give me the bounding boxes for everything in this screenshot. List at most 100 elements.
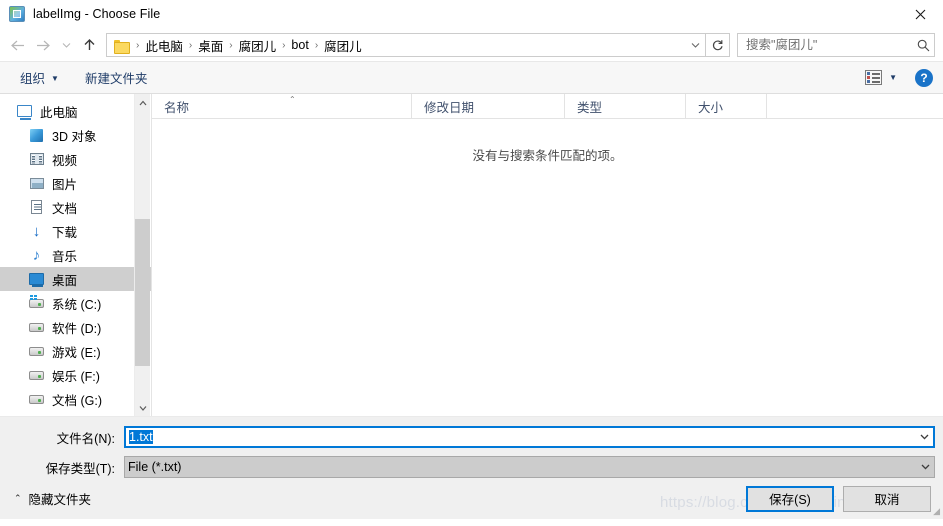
breadcrumb-list: › 此电脑 › 桌面 › 腐团儿 › bot › 腐团儿	[133, 34, 685, 57]
system-drive-icon	[28, 294, 45, 311]
sidebar-item-label: 文档 (G:)	[52, 393, 102, 408]
filetype-select[interactable]: File (*.txt)	[124, 456, 935, 478]
sidebar-item-desktop[interactable]: 桌面	[0, 267, 151, 291]
sidebar-scrollbar[interactable]	[134, 94, 150, 416]
sidebar-item-label: 文档	[52, 201, 78, 216]
drive-icon	[28, 391, 45, 407]
filetype-value: File (*.txt)	[128, 460, 182, 474]
column-header-name[interactable]: 名称 ⌃	[152, 94, 412, 118]
search-icon[interactable]	[912, 39, 934, 52]
chevron-down-icon[interactable]	[135, 399, 150, 416]
sidebar-item-label: 下载	[52, 225, 78, 240]
breadcrumb-item-1[interactable]: 桌面	[195, 34, 226, 57]
sort-ascending-icon: ⌃	[289, 95, 296, 104]
breadcrumb-dropdown-icon[interactable]	[685, 34, 705, 56]
chevron-up-icon: ⌃	[14, 493, 22, 503]
refresh-icon[interactable]	[706, 33, 730, 57]
sidebar-item-videos[interactable]: 视频	[0, 147, 151, 171]
forward-icon[interactable]	[30, 32, 56, 58]
sidebar-item-drive-d[interactable]: 软件 (D:)	[0, 315, 151, 339]
sidebar-item-label: 游戏 (E:)	[52, 345, 101, 360]
sidebar-item-documents[interactable]: 文档	[0, 195, 151, 219]
this-pc-icon	[16, 103, 33, 120]
sidebar-item-drive-e[interactable]: 游戏 (E:)	[0, 339, 151, 363]
sidebar-item-music[interactable]: ♪ 音乐	[0, 243, 151, 267]
sidebar-item-label: 桌面	[52, 273, 78, 288]
organize-label: 组织	[20, 72, 46, 86]
downloads-icon: ↓	[32, 222, 41, 240]
up-icon[interactable]	[76, 32, 102, 58]
breadcrumb-separator: ›	[229, 39, 233, 51]
3d-objects-icon	[28, 127, 45, 143]
footer: ⌃ 隐藏文件夹 保存(S) 取消 ◢	[0, 478, 943, 519]
drive-icon	[28, 319, 45, 335]
column-header-size[interactable]: 大小	[686, 94, 767, 118]
save-button[interactable]: 保存(S)	[746, 485, 834, 512]
cancel-button[interactable]: 取消	[843, 485, 931, 512]
breadcrumb[interactable]: › 此电脑 › 桌面 › 腐团儿 › bot › 腐团儿	[106, 33, 706, 57]
form-area: 文件名(N): 1.txt 保存类型(T): File (*.txt)	[0, 416, 943, 478]
filename-value-wrap: 1.txt	[126, 430, 915, 444]
resize-grip[interactable]: ◢	[930, 507, 940, 517]
back-icon[interactable]	[4, 32, 30, 58]
column-header-filler	[767, 94, 943, 118]
window-buttons	[897, 0, 943, 29]
column-label: 类型	[577, 100, 603, 115]
search-input[interactable]	[738, 38, 912, 52]
breadcrumb-item-4[interactable]: 腐团儿	[321, 34, 365, 57]
view-mode-button[interactable]: ▼	[861, 67, 901, 88]
sidebar-item-3d-objects[interactable]: 3D 对象	[0, 123, 151, 147]
sidebar-item-drive-g[interactable]: 文档 (G:)	[0, 387, 151, 411]
chevron-down-icon: ▼	[889, 73, 897, 82]
drive-icon	[28, 367, 45, 383]
breadcrumb-item-3[interactable]: bot	[288, 36, 311, 54]
new-folder-label: 新建文件夹	[84, 72, 148, 86]
filename-row: 文件名(N): 1.txt	[0, 426, 943, 448]
main-body: 此电脑 3D 对象 视频 图片 文档 ↓ 下载 ♪ 音乐 桌面 系统 (C:) …	[0, 94, 943, 416]
sidebar-item-drive-f[interactable]: 娱乐 (F:)	[0, 363, 151, 387]
hide-folders-label: 隐藏文件夹	[28, 493, 92, 507]
scrollbar-thumb[interactable]	[135, 219, 150, 366]
chevron-down-icon: ▼	[51, 74, 59, 83]
window-title: labelImg - Choose File	[33, 7, 161, 21]
filename-input[interactable]: 1.txt	[124, 426, 935, 448]
breadcrumb-separator: ›	[282, 39, 286, 51]
sidebar-item-downloads[interactable]: ↓ 下载	[0, 219, 151, 243]
sidebar-item-label: 3D 对象	[52, 129, 97, 144]
sidebar-list: 此电脑 3D 对象 视频 图片 文档 ↓ 下载 ♪ 音乐 桌面 系统 (C:) …	[0, 94, 151, 411]
sidebar-item-this-pc[interactable]: 此电脑	[0, 99, 151, 123]
empty-list-message: 没有与搜索条件匹配的项。	[472, 149, 623, 163]
breadcrumb-separator: ›	[314, 39, 319, 51]
folder-icon	[114, 39, 130, 54]
organize-button[interactable]: 组织 ▼	[14, 64, 65, 91]
search-box[interactable]	[737, 33, 935, 57]
column-label: 修改日期	[424, 100, 475, 115]
chevron-up-icon[interactable]	[135, 94, 150, 111]
close-icon[interactable]	[897, 0, 943, 29]
breadcrumb-item-0[interactable]: 此电脑	[142, 34, 186, 57]
filetype-row: 保存类型(T): File (*.txt)	[0, 456, 943, 478]
hide-folders-toggle[interactable]: ⌃ 隐藏文件夹	[12, 486, 93, 511]
drive-icon	[28, 343, 45, 359]
sidebar-item-system-drive[interactable]: 系统 (C:)	[0, 291, 151, 315]
column-label: 名称	[164, 100, 190, 115]
chevron-down-icon[interactable]	[915, 434, 933, 440]
sidebar-item-label: 软件 (D:)	[52, 321, 102, 336]
new-folder-button[interactable]: 新建文件夹	[79, 64, 154, 91]
breadcrumb-separator: ›	[188, 39, 193, 51]
sidebar-item-label: 此电脑	[40, 105, 78, 120]
title-bar: labelImg - Choose File	[0, 0, 943, 29]
sidebar-item-pictures[interactable]: 图片	[0, 171, 151, 195]
sidebar-item-label: 音乐	[52, 249, 78, 264]
sidebar: 此电脑 3D 对象 视频 图片 文档 ↓ 下载 ♪ 音乐 桌面 系统 (C:) …	[0, 94, 152, 416]
column-header-date[interactable]: 修改日期	[412, 94, 565, 118]
recent-locations-icon[interactable]	[56, 32, 76, 58]
breadcrumb-item-2[interactable]: 腐团儿	[236, 34, 280, 57]
chevron-down-icon[interactable]	[916, 464, 934, 470]
navigation-bar: › 此电脑 › 桌面 › 腐团儿 › bot › 腐团儿	[0, 29, 943, 61]
help-icon[interactable]: ?	[915, 68, 933, 87]
pictures-icon	[28, 175, 45, 191]
column-header-type[interactable]: 类型	[565, 94, 686, 118]
breadcrumb-separator: ›	[136, 39, 140, 51]
sidebar-item-label: 系统 (C:)	[52, 297, 102, 312]
